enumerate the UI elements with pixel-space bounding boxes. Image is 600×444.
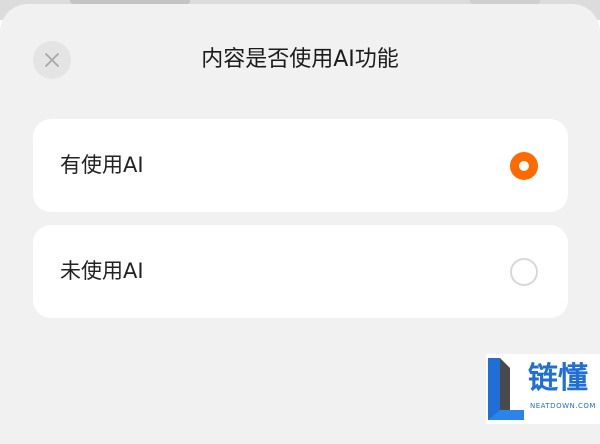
watermark-site: NEATDOWN.COM	[530, 402, 596, 410]
radio-unchecked-icon[interactable]	[510, 258, 538, 286]
option-used-ai[interactable]: 有使用AI	[33, 119, 568, 212]
option-not-used-ai[interactable]: 未使用AI	[33, 225, 568, 318]
watermark-name: 链懂	[528, 361, 588, 396]
dialog-title: 内容是否使用AI功能	[201, 47, 399, 72]
radio-checked-icon[interactable]	[510, 152, 538, 180]
neatdown-logo-icon	[488, 358, 524, 420]
option-label: 未使用AI	[60, 259, 144, 283]
option-label: 有使用AI	[60, 153, 144, 177]
watermark: 链懂 NEATDOWN.COM	[486, 354, 600, 424]
